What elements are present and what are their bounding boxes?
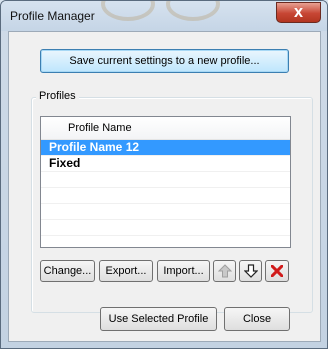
move-down-button[interactable] bbox=[239, 260, 262, 282]
change-button-label: Change... bbox=[43, 265, 92, 277]
close-icon: X bbox=[293, 5, 304, 20]
profiles-list[interactable]: Profile Name Profile Name 12 Fixed bbox=[40, 116, 291, 248]
list-empty-row bbox=[41, 204, 290, 220]
column-header-profile-name: Profile Name bbox=[68, 122, 132, 134]
import-button-label: Import... bbox=[163, 265, 204, 277]
export-button-label: Export... bbox=[105, 265, 147, 277]
save-new-profile-button[interactable]: Save current settings to a new profile..… bbox=[40, 49, 289, 73]
list-empty-row bbox=[41, 172, 290, 188]
title-bar-decoration bbox=[101, 1, 155, 21]
profile-name: Profile Name 12 bbox=[49, 140, 140, 154]
delete-profile-button[interactable] bbox=[265, 260, 289, 282]
dialog-client-area: Save current settings to a new profile..… bbox=[8, 31, 321, 342]
arrow-down-icon bbox=[243, 264, 258, 278]
title-bar-decoration bbox=[166, 1, 220, 21]
use-selected-profile-button[interactable]: Use Selected Profile bbox=[100, 307, 217, 331]
title-bar[interactable]: Profile Manager X bbox=[1, 1, 327, 31]
list-item[interactable]: Profile Name 12 bbox=[41, 140, 290, 156]
arrow-up-icon bbox=[217, 264, 232, 278]
close-button-label: Close bbox=[242, 313, 272, 325]
list-empty-row bbox=[41, 220, 290, 236]
window-title: Profile Manager bbox=[10, 9, 95, 23]
list-empty-row bbox=[41, 188, 290, 204]
move-up-button[interactable] bbox=[213, 260, 236, 282]
save-new-profile-label: Save current settings to a new profile..… bbox=[69, 55, 260, 67]
close-button[interactable]: Close bbox=[224, 307, 290, 331]
list-item[interactable]: Fixed bbox=[41, 156, 290, 172]
window-close-button[interactable]: X bbox=[276, 2, 321, 23]
profiles-group-label: Profiles bbox=[36, 90, 79, 102]
list-column-header[interactable]: Profile Name bbox=[41, 117, 290, 140]
red-x-icon bbox=[271, 265, 283, 277]
export-button[interactable]: Export... bbox=[99, 260, 153, 282]
profile-name: Fixed bbox=[49, 156, 81, 170]
use-selected-profile-label: Use Selected Profile bbox=[108, 313, 209, 325]
change-button[interactable]: Change... bbox=[40, 260, 95, 282]
import-button[interactable]: Import... bbox=[157, 260, 210, 282]
profile-manager-window: Profile Manager X Save current settings … bbox=[0, 0, 328, 349]
